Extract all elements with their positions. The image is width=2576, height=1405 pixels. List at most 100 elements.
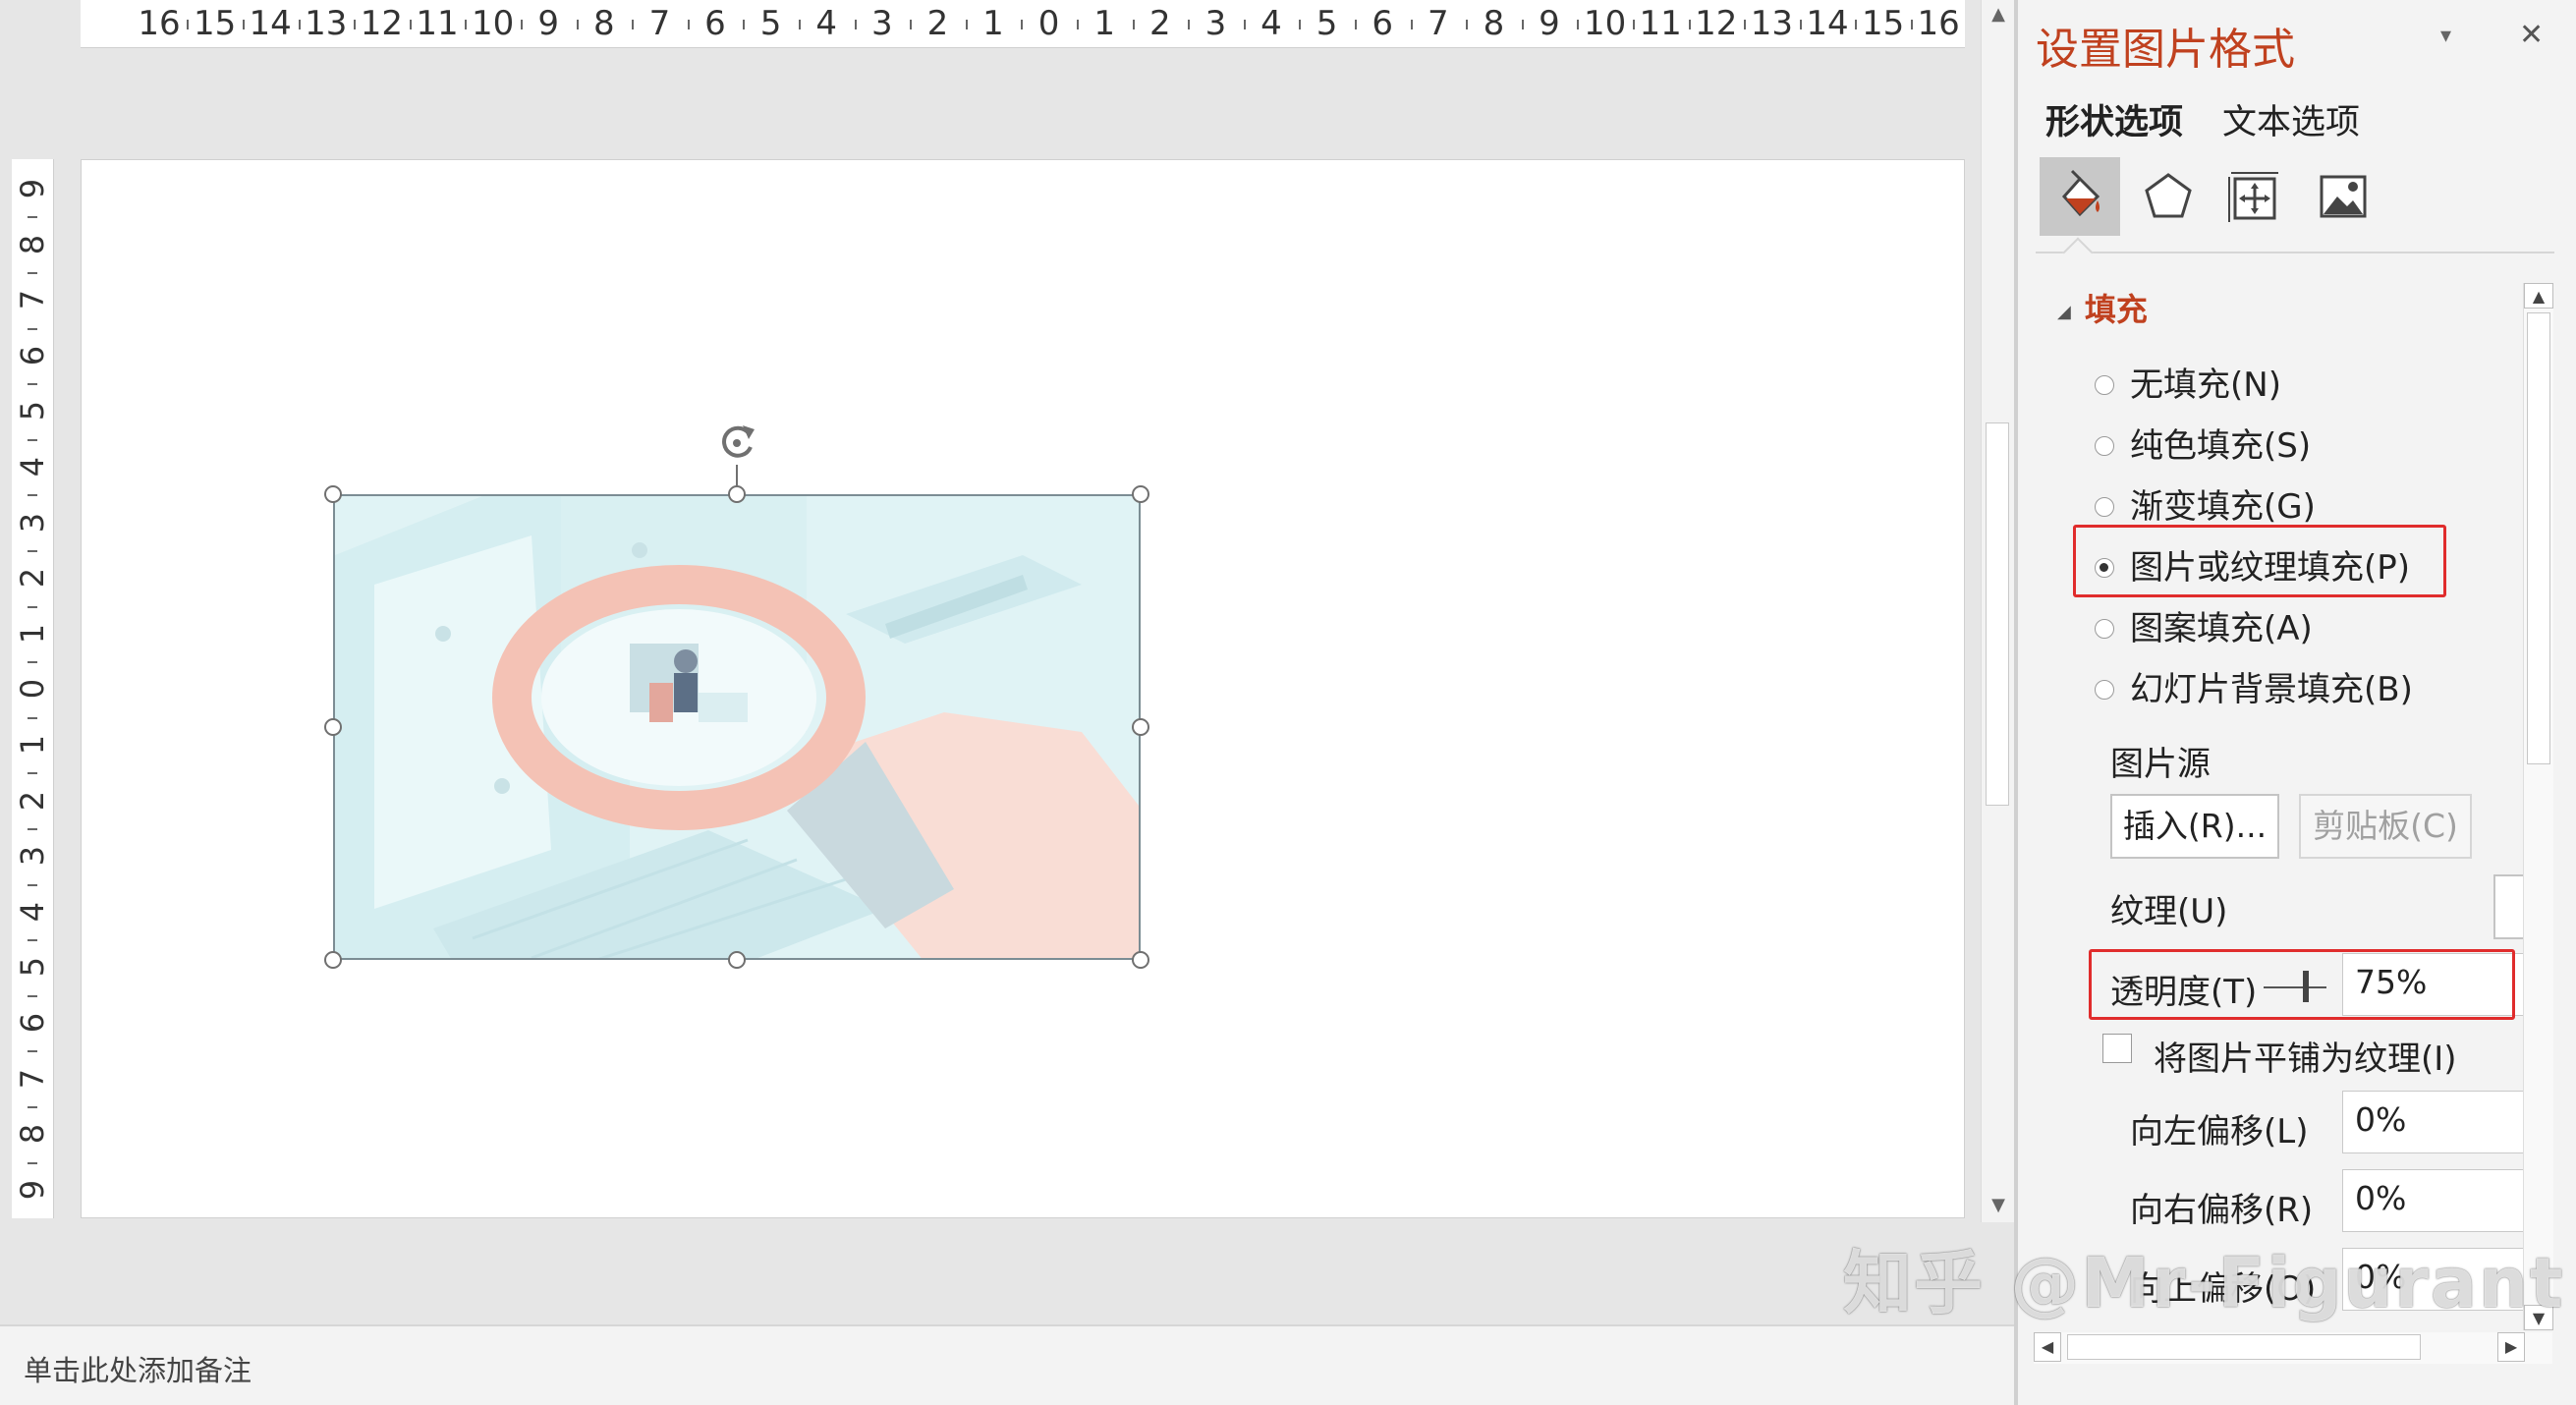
scroll-left-icon[interactable]: ◀ xyxy=(2034,1332,2061,1362)
ruler-tick xyxy=(28,216,37,219)
ruler-tick xyxy=(242,20,245,29)
selected-picture[interactable] xyxy=(324,425,1149,969)
ruler-number: 8 xyxy=(592,4,615,43)
resize-handle-bottom[interactable] xyxy=(728,951,746,969)
picture-image[interactable] xyxy=(333,494,1141,960)
scroll-right-icon[interactable]: ▶ xyxy=(2497,1332,2525,1362)
ruler-number: 11 xyxy=(416,4,459,43)
pane-scroll-thumb[interactable] xyxy=(2527,312,2550,764)
scroll-thumb[interactable] xyxy=(1986,422,2009,806)
ruler-tick xyxy=(28,383,37,386)
scroll-up-icon[interactable]: ▲ xyxy=(2524,283,2553,309)
ruler-number: 16 xyxy=(138,4,181,43)
texture-label: 纹理(U) xyxy=(2110,892,2228,931)
editor-vertical-scrollbar[interactable]: ▲ ▼ xyxy=(1981,0,2015,1222)
icon-tabs-divider xyxy=(2036,252,2554,253)
watermark: 知乎 @Mr-Figurant xyxy=(1843,1243,2565,1323)
ruler-number: 9 xyxy=(1539,4,1560,43)
radio-solid-fill[interactable]: 纯色填充(S) xyxy=(2095,419,2311,466)
ruler-number: 14 xyxy=(1806,4,1849,43)
size-properties-icon[interactable] xyxy=(2214,157,2295,236)
picture-icon[interactable] xyxy=(2303,157,2383,236)
pane-horizontal-scrollbar[interactable]: ◀ ▶ xyxy=(2034,1332,2552,1364)
radio-label[interactable]: 无填充(N) xyxy=(2130,365,2281,405)
notes-placeholder[interactable]: 单击此处添加备注 xyxy=(24,1348,252,1389)
resize-handle-top-left[interactable] xyxy=(324,485,342,503)
radio-slide-background-fill[interactable]: 幻灯片背景填充(B) xyxy=(2095,662,2413,709)
offset-left-input[interactable]: 0% xyxy=(2342,1091,2539,1153)
resize-handle-right[interactable] xyxy=(1132,718,1149,736)
ruler-number: 1 xyxy=(982,4,1004,43)
ruler-number: 2 xyxy=(14,790,51,811)
ruler-number: 16 xyxy=(1917,4,1960,43)
resize-handle-bottom-left[interactable] xyxy=(324,951,342,969)
tab-shape-options[interactable]: 形状选项 xyxy=(2045,94,2183,144)
radio-label[interactable]: 渐变填充(G) xyxy=(2130,487,2316,527)
pane-hscroll-thumb[interactable] xyxy=(2067,1334,2421,1360)
pane-vertical-scrollbar[interactable]: ▲ ▼ xyxy=(2523,283,2553,1330)
resize-handle-top-right[interactable] xyxy=(1132,485,1149,503)
ruler-tick xyxy=(298,20,301,29)
pane-options-chevron-icon[interactable]: ▾ xyxy=(2440,24,2451,48)
collapse-triangle-icon[interactable]: ◢ xyxy=(2057,302,2071,322)
ruler-number: 4 xyxy=(815,4,838,43)
ruler-tick xyxy=(28,883,37,886)
effects-icon[interactable] xyxy=(2128,157,2209,236)
ruler-tick xyxy=(965,20,968,29)
ruler-tick xyxy=(1466,20,1469,29)
radio-pattern-fill[interactable]: 图案填充(A) xyxy=(2095,601,2313,648)
resize-handle-top[interactable] xyxy=(728,485,746,503)
ruler-number: 15 xyxy=(1861,4,1905,43)
radio-no-fill[interactable]: 无填充(N) xyxy=(2095,358,2281,405)
ruler-tick xyxy=(1021,20,1024,29)
radio-button[interactable] xyxy=(2095,618,2114,639)
ruler-tick xyxy=(28,605,37,608)
highlight-box-picture-fill xyxy=(2073,525,2446,597)
slide-canvas[interactable] xyxy=(81,159,1965,1218)
ruler-number: 12 xyxy=(360,4,404,43)
radio-button[interactable] xyxy=(2095,496,2114,517)
ruler-tick xyxy=(1744,20,1747,29)
tile-label[interactable]: 将图片平铺为纹理(I) xyxy=(2154,1032,2457,1080)
ruler-number: 6 xyxy=(704,4,726,43)
section-fill-header[interactable]: ◢ 填充 xyxy=(2057,285,2148,330)
scroll-down-icon[interactable]: ▼ xyxy=(1982,1191,2015,1220)
rotate-handle-icon[interactable] xyxy=(713,420,760,467)
ruler-tick xyxy=(354,20,357,29)
ruler-tick xyxy=(576,20,579,29)
notes-pane[interactable]: 单击此处添加备注 xyxy=(0,1324,2014,1405)
ruler-number: 13 xyxy=(1750,4,1794,43)
radio-gradient-fill[interactable]: 渐变填充(G) xyxy=(2095,479,2316,527)
ruler-tick xyxy=(1577,20,1580,29)
radio-button[interactable] xyxy=(2095,374,2114,395)
offset-right-input[interactable]: 0% xyxy=(2342,1169,2539,1232)
ruler-number: 8 xyxy=(14,1124,51,1145)
insert-button[interactable]: 插入(R)... xyxy=(2110,794,2279,859)
ruler-number: 0 xyxy=(1037,4,1060,43)
tab-text-options[interactable]: 文本选项 xyxy=(2222,94,2360,144)
resize-handle-bottom-right[interactable] xyxy=(1132,951,1149,969)
clipboard-button[interactable]: 剪贴板(C) xyxy=(2299,794,2472,859)
radio-label[interactable]: 图案填充(A) xyxy=(2130,609,2313,648)
scroll-up-icon[interactable]: ▲ xyxy=(1982,0,2015,29)
ruler-tick xyxy=(28,271,37,274)
radio-button[interactable] xyxy=(2095,435,2114,456)
ruler-tick xyxy=(28,1105,37,1108)
resize-handle-left[interactable] xyxy=(324,718,342,736)
close-icon[interactable]: ✕ xyxy=(2519,18,2544,52)
tile-checkbox[interactable] xyxy=(2102,1034,2132,1063)
ruler-number: 5 xyxy=(759,4,782,43)
ruler-number: 8 xyxy=(14,234,51,254)
ruler-number: 9 xyxy=(537,4,560,43)
ruler-number: 1 xyxy=(1093,4,1116,43)
ruler-tick xyxy=(1299,20,1302,29)
radio-label[interactable]: 幻灯片背景填充(B) xyxy=(2130,670,2413,709)
ruler-tick xyxy=(520,20,523,29)
ruler-number: 4 xyxy=(14,456,51,478)
pane-title: 设置图片格式 xyxy=(2036,25,2295,75)
radio-button[interactable] xyxy=(2095,679,2114,700)
ruler-number: 5 xyxy=(1316,4,1338,43)
fill-line-icon[interactable] xyxy=(2040,157,2120,236)
radio-label[interactable]: 纯色填充(S) xyxy=(2130,426,2311,466)
format-picture-pane: 设置图片格式 ▾ ✕ 形状选项 文本选项 ◢ 填充 无填充(N) 纯色填充(S)… xyxy=(2018,0,2576,1405)
